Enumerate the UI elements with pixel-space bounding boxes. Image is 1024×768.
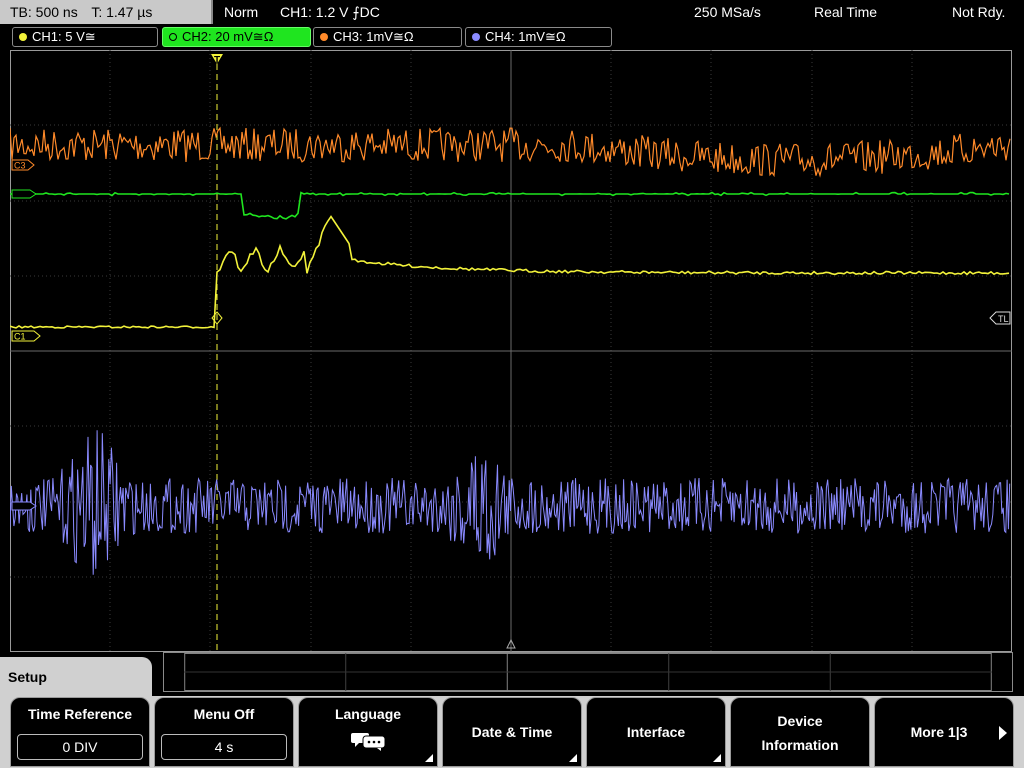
timebase-readout[interactable]: TB: 500 ns T: 1.47 µs — [0, 0, 213, 24]
ch4-dot-icon — [472, 33, 480, 41]
date-time-softkey[interactable]: Date & Time — [442, 697, 582, 767]
submenu-corner-icon — [425, 754, 433, 762]
trigger-mode[interactable]: Norm — [224, 0, 258, 24]
channel-tab-ch4[interactable]: CH4: 1mV≅Ω — [465, 27, 612, 47]
channel-tab-label: CH4: 1mV≅Ω — [485, 29, 566, 44]
interface-softkey[interactable]: Interface — [586, 697, 726, 767]
softkey-label: More 1|3 — [910, 724, 968, 740]
acquisition-state: Not Rdy. — [952, 4, 1006, 20]
measurement-strip — [163, 652, 1013, 692]
channel-tab-label: CH3: 1mV≅Ω — [333, 29, 414, 44]
submenu-corner-icon — [713, 754, 721, 762]
c4-ground-marker[interactable] — [11, 501, 37, 511]
channel-tab-ch1[interactable]: CH1: 5 V≅ — [12, 27, 158, 47]
ch2-dot-icon — [169, 33, 177, 41]
speech-bubbles-icon — [351, 733, 386, 751]
device-information-softkey[interactable]: Device Information — [730, 697, 870, 767]
softkey-label-line1: Device — [777, 713, 823, 729]
ch3-dot-icon — [320, 33, 328, 41]
softkey-label: Date & Time — [471, 724, 553, 740]
trigger-marker-label: T — [214, 55, 220, 66]
more-softkey[interactable]: More 1|3 — [874, 697, 1014, 767]
channel-tab-label: CH1: 5 V≅ — [32, 29, 96, 44]
sample-rate: 250 MSa/s — [694, 4, 761, 20]
acquisition-mode[interactable]: Real Time — [814, 0, 877, 24]
softkey-label-line2: Information — [761, 737, 839, 753]
softkey-label: Interface — [626, 724, 686, 740]
c1-marker-label: C1 — [14, 332, 26, 342]
trigger-time-value: T: 1.47 µs — [91, 4, 153, 20]
c2-ground-marker[interactable] — [11, 189, 37, 199]
arrow-right-icon — [999, 726, 1007, 740]
timebase-value: TB: 500 ns — [10, 4, 78, 20]
c3-marker-label: C3 — [14, 161, 26, 171]
time-reference-softkey[interactable]: Time Reference 0 DIV — [10, 697, 150, 767]
softkey-label: Menu Off — [193, 706, 255, 722]
submenu-corner-icon — [569, 754, 577, 762]
softkey-label: Language — [334, 706, 402, 722]
channel-tab-ch2[interactable]: CH2: 20 mV≅Ω — [162, 27, 311, 47]
channel-tab-ch3[interactable]: CH3: 1mV≅Ω — [313, 27, 462, 47]
ch1-dot-icon — [19, 33, 27, 41]
time-reference-value[interactable]: 0 DIV — [17, 734, 143, 760]
menu-off-softkey[interactable]: Menu Off 4 s — [154, 697, 294, 767]
c1-ground-marker[interactable]: C1 — [11, 330, 41, 342]
channel-tab-label: CH2: 20 mV≅Ω — [182, 29, 274, 44]
menu-off-value[interactable]: 4 s — [161, 734, 287, 760]
softkey-label: Time Reference — [27, 706, 132, 722]
menu-title-tab: Setup — [0, 657, 152, 697]
trigger-source-info[interactable]: CH1: 1.2 V ⨍DC — [280, 0, 380, 24]
waveform-display[interactable]: T C3 C1 TL — [10, 50, 1012, 652]
trigger-level-label: TL — [998, 314, 1009, 324]
language-softkey[interactable]: Language — [298, 697, 438, 767]
